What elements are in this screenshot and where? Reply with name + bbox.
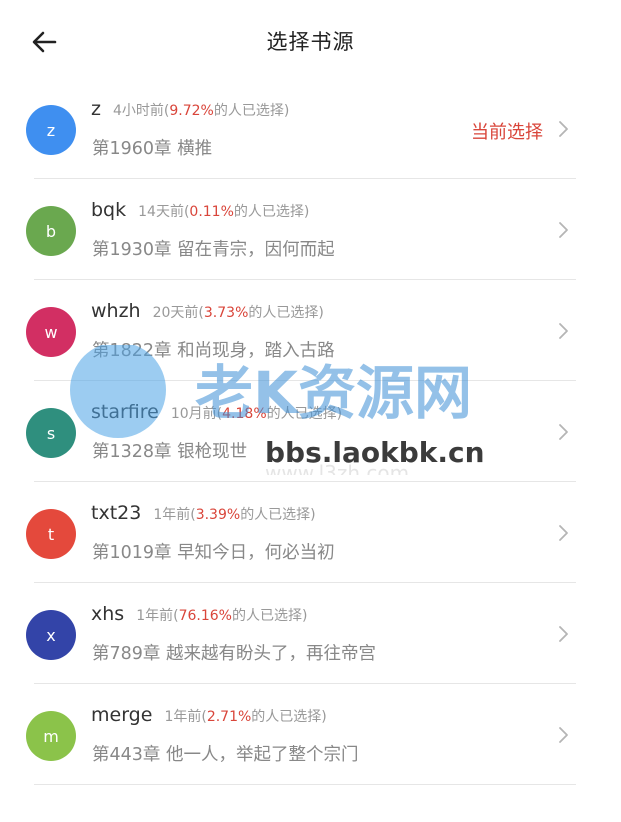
latest-chapter: 第1019章 早知今日，何必当初 [92,543,335,563]
source-time: 4小时前( [112,103,170,119]
source-meta: 10月前(4.18%的人已选择) [171,403,342,423]
source-meta-suffix: 的人已选择) [251,709,327,725]
source-row-bqk[interactable]: b bqk 14天前(0.11%的人已选择) 第1930章 留在青宗，因何而起 [0,179,621,280]
source-percent: 3.73% [203,305,249,321]
source-meta-suffix: 的人已选择) [233,204,310,220]
source-percent: 4.18% [222,406,267,422]
source-percent: 9.72% [169,103,214,119]
current-selection-label: 当前选择 [471,122,543,143]
source-info: whzh 20天前(3.73%的人已选择) [91,300,324,322]
chevron-right-icon [559,626,568,642]
source-avatar: t [26,509,76,559]
source-meta-suffix: 的人已选择) [213,103,290,119]
source-row-starfire[interactable]: s starfire 10月前(4.18%的人已选择) 第1328章 银枪现世 [0,381,621,482]
source-info: txt23 1年前(3.39%的人已选择) [91,502,316,524]
source-meta: 4小时前(9.72%的人已选择) [113,100,289,120]
source-meta-suffix: 的人已选择) [266,406,343,422]
source-avatar: m [26,711,76,761]
source-meta-suffix: 的人已选择) [231,608,308,624]
source-name: whzh [91,300,141,322]
source-name: bqk [91,199,127,221]
source-time: 1年前( [153,507,196,523]
source-percent: 2.71% [206,709,252,725]
chevron-right-icon [559,323,568,339]
chevron-right-icon [559,525,568,541]
source-name: z [91,98,101,120]
source-row-whzh[interactable]: w whzh 20天前(3.73%的人已选择) 第1822章 和尚现身，踏入古路 [0,280,621,381]
source-avatar: b [26,206,76,256]
latest-chapter: 第1822章 和尚现身，踏入古路 [92,341,335,361]
latest-chapter: 第1328章 银枪现世 [92,442,248,462]
source-info: bqk 14天前(0.11%的人已选择) [91,199,309,221]
source-row-xhs[interactable]: x xhs 1年前(76.16%的人已选择) 第789章 越来越有盼头了，再往帝… [0,583,621,684]
page-title: 选择书源 [266,30,355,54]
source-meta: 1年前(76.16%的人已选择) [136,605,307,625]
latest-chapter: 第1930章 留在青宗，因何而起 [92,240,335,260]
source-avatar: w [26,307,76,357]
chevron-right-icon [559,424,568,440]
source-info: z 4小时前(9.72%的人已选择) [91,98,289,120]
source-time: 10月前( [170,406,223,422]
source-meta: 1年前(2.71%的人已选择) [164,706,326,726]
source-time: 1年前( [136,608,179,624]
source-row-merge[interactable]: m merge 1年前(2.71%的人已选择) 第443章 他一人，举起了整个宗… [0,684,621,785]
latest-chapter: 第1960章 横推 [92,139,213,159]
source-avatar: z [26,105,76,155]
source-avatar: x [26,610,76,660]
source-percent: 0.11% [189,204,234,220]
source-time: 14天前( [138,204,190,220]
source-meta-suffix: 的人已选择) [248,305,324,321]
source-info: merge 1年前(2.71%的人已选择) [91,704,327,726]
source-name: xhs [91,603,125,625]
source-percent: 76.16% [178,608,232,624]
source-name: merge [91,704,153,726]
chevron-right-icon [559,121,568,137]
latest-chapter: 第443章 他一人，举起了整个宗门 [92,745,359,765]
source-time: 1年前( [164,709,207,725]
source-name: starfire [91,401,159,423]
source-row-txt23[interactable]: t txt23 1年前(3.39%的人已选择) 第1019章 早知今日，何必当初 [0,482,621,583]
row-divider [34,784,576,785]
source-row-z[interactable]: z z 4小时前(9.72%的人已选择) 第1960章 横推 当前选择 [0,78,621,179]
source-avatar: s [26,408,76,458]
source-percent: 3.39% [195,507,241,523]
header-bar: 选择书源 [0,0,621,84]
source-info: starfire 10月前(4.18%的人已选择) [91,401,342,423]
latest-chapter: 第789章 越来越有盼头了，再往帝宫 [92,644,376,664]
source-meta: 14天前(0.11%的人已选择) [138,201,309,221]
chevron-right-icon [559,727,568,743]
source-time: 20天前( [152,305,204,321]
source-meta-suffix: 的人已选择) [240,507,316,523]
source-list: z z 4小时前(9.72%的人已选择) 第1960章 横推 当前选择 b bq… [0,78,621,785]
source-meta: 1年前(3.39%的人已选择) [153,504,315,524]
source-meta: 20天前(3.73%的人已选择) [153,302,324,322]
source-name: txt23 [91,502,142,524]
chevron-right-icon [559,222,568,238]
source-info: xhs 1年前(76.16%的人已选择) [91,603,307,625]
